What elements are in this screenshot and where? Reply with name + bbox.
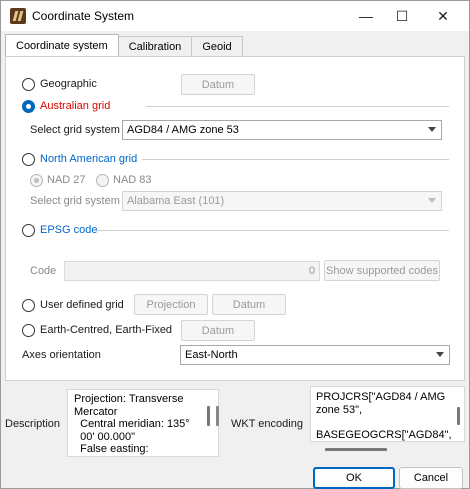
north-american-select-label: Select grid system [30,195,120,207]
coordinate-system-panel: Geographic Datum Australian grid Select … [5,56,465,381]
description-scrollbar[interactable] [207,406,210,426]
australian-grid-select[interactable]: AGD84 / AMG zone 53 [122,120,442,140]
nad83-label[interactable]: NAD 83 [113,174,152,186]
app-logo-icon [10,8,26,24]
tab-calibration[interactable]: Calibration [117,36,193,56]
window-title: Coordinate System [32,9,135,23]
projection-button[interactable]: Projection [134,294,208,315]
geographic-radio[interactable] [22,78,35,91]
chevron-down-icon [427,125,437,135]
maximize-button[interactable]: ☐ [385,1,419,31]
ecef-radio[interactable] [22,324,35,337]
nad83-radio[interactable] [96,174,109,187]
coordinate-system-dialog: Coordinate System — ☐ ✕ Coordinate syste… [0,0,470,489]
user-defined-grid-label[interactable]: User defined grid [40,299,124,311]
description-label: Description [5,418,61,430]
geographic-label[interactable]: Geographic [40,78,97,90]
tab-bar: Coordinate system Calibration Geoid [5,34,243,56]
nad27-radio[interactable] [30,174,43,187]
ecef-datum-button[interactable]: Datum [181,320,255,341]
epsg-code-label[interactable]: EPSG code [40,224,97,236]
epsg-code-field-label: Code [30,265,57,277]
ok-button[interactable]: OK [313,467,395,489]
wkt-encoding-box[interactable]: PROJCRS["AGD84 / AMG zone 53", BASEGEOGC… [310,386,465,442]
north-american-grid-select[interactable]: Alabama East (101) [122,191,442,211]
close-button[interactable]: ✕ [426,1,460,31]
show-supported-codes-button[interactable]: Show supported codes [324,260,440,281]
wkt-encoding-text: PROJCRS["AGD84 / AMG zone 53", BASEGEOGC… [316,391,452,441]
axes-orientation-label: Axes orientation [22,349,101,361]
epsg-code-radio[interactable] [22,224,35,237]
australian-grid-label[interactable]: Australian grid [40,100,110,112]
title-bar: Coordinate System — ☐ ✕ [1,1,469,31]
australian-grid-value: AGD84 / AMG zone 53 [127,124,239,136]
description-text: Projection: Transverse Mercator Central … [74,393,190,455]
tab-geoid[interactable]: Geoid [191,36,243,56]
axes-orientation-select[interactable]: East-North [180,345,450,365]
ecef-label[interactable]: Earth-Centred, Earth-Fixed [40,324,172,336]
north-american-grid-radio[interactable] [22,153,35,166]
north-american-grid-value: Alabama East (101) [127,195,225,207]
wkt-encoding-label: WKT encoding [231,418,303,430]
close-icon: ✕ [437,7,449,24]
australian-grid-divider [146,106,449,107]
user-defined-datum-button[interactable]: Datum [212,294,286,315]
australian-grid-radio[interactable] [22,100,35,113]
wkt-vertical-scrollbar[interactable] [457,407,460,425]
description-box[interactable]: Projection: Transverse Mercator Central … [67,389,219,457]
nad27-label[interactable]: NAD 27 [47,174,86,186]
north-american-grid-divider [142,159,449,160]
chevron-down-icon [427,196,437,206]
north-american-grid-label[interactable]: North American grid [40,153,137,165]
chevron-down-icon [435,350,445,360]
axes-orientation-value: East-North [185,349,238,361]
epsg-divider [97,230,449,231]
tab-coordinate-system[interactable]: Coordinate system [5,34,119,56]
minimize-button[interactable]: — [349,1,383,31]
wkt-horizontal-scrollbar[interactable] [325,448,387,451]
australian-select-label: Select grid system [30,124,120,136]
cancel-button[interactable]: Cancel [399,467,463,489]
maximize-icon: ☐ [395,7,409,24]
description-outer-scrollbar[interactable] [216,406,219,426]
geographic-datum-button[interactable]: Datum [181,74,255,95]
user-defined-grid-radio[interactable] [22,299,35,312]
minimize-icon: — [359,8,373,24]
epsg-code-input[interactable]: 0 [64,261,320,281]
